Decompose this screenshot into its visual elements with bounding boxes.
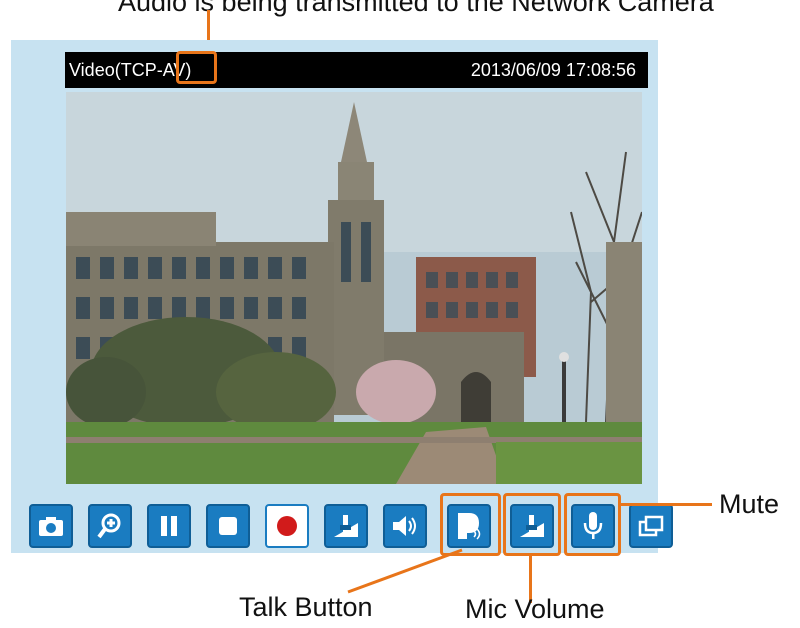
speaker-button[interactable] xyxy=(383,504,427,548)
mute-callout-line xyxy=(620,503,712,506)
live-video-stream[interactable] xyxy=(66,92,642,484)
camera-icon xyxy=(39,517,63,536)
pause-icon xyxy=(161,516,177,536)
mute-label: Mute xyxy=(719,489,780,519)
stop-button[interactable] xyxy=(206,504,250,548)
record-button[interactable] xyxy=(265,504,309,548)
speaker-icon xyxy=(393,516,416,536)
snapshot-button[interactable] xyxy=(29,504,73,548)
volume-slider-icon xyxy=(334,515,358,537)
stop-icon xyxy=(219,517,237,535)
talk-callout-line xyxy=(347,548,463,594)
audio-mode-highlight xyxy=(176,51,217,84)
timestamp-text: 2013/06/09 17:08:56 xyxy=(470,60,636,80)
zoom-in-icon xyxy=(97,513,121,539)
mic-volume-label: Mic Volume xyxy=(465,594,605,624)
pause-button[interactable] xyxy=(147,504,191,548)
mute-highlight xyxy=(564,493,621,556)
fullscreen-icon xyxy=(638,515,664,537)
digital-zoom-button[interactable] xyxy=(88,504,132,548)
talk-button-label: Talk Button xyxy=(239,592,373,622)
stream-mode-text: Video(TCP-AV) xyxy=(69,60,192,80)
osd-caption-bar: Video(TCP-AV) 2013/06/09 17:08:56 xyxy=(65,52,648,88)
talk-button-highlight xyxy=(440,493,501,556)
mic-volume-highlight xyxy=(503,493,561,556)
record-icon xyxy=(277,516,297,536)
full-screen-button[interactable] xyxy=(629,504,673,548)
campus-scene-image xyxy=(66,92,642,484)
volume-button[interactable] xyxy=(324,504,368,548)
